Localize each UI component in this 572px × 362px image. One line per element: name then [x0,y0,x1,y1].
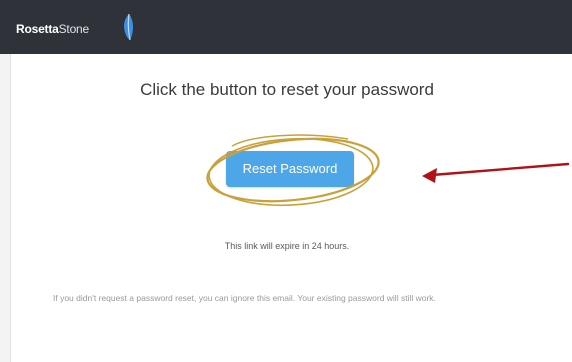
link-expiry-note: This link will expire in 24 hours. [224,241,350,251]
brand-name-bold: Rosetta [16,22,59,36]
email-header-bar: RosettaStone [0,0,572,54]
email-headline: Click the button to reset your password [140,80,434,99]
brand-name-light: Stone [58,22,90,36]
screenshot-frame: RosettaStone Click the button to reset y… [0,0,572,362]
ignore-email-note: If you didn't request a password reset, … [53,293,436,303]
reset-password-button[interactable]: Reset Password [226,151,354,187]
brand-wordmark: RosettaStone [16,22,89,36]
email-body: Click the button to reset your password … [10,54,572,362]
rosetta-stone-logo-icon [124,13,134,41]
